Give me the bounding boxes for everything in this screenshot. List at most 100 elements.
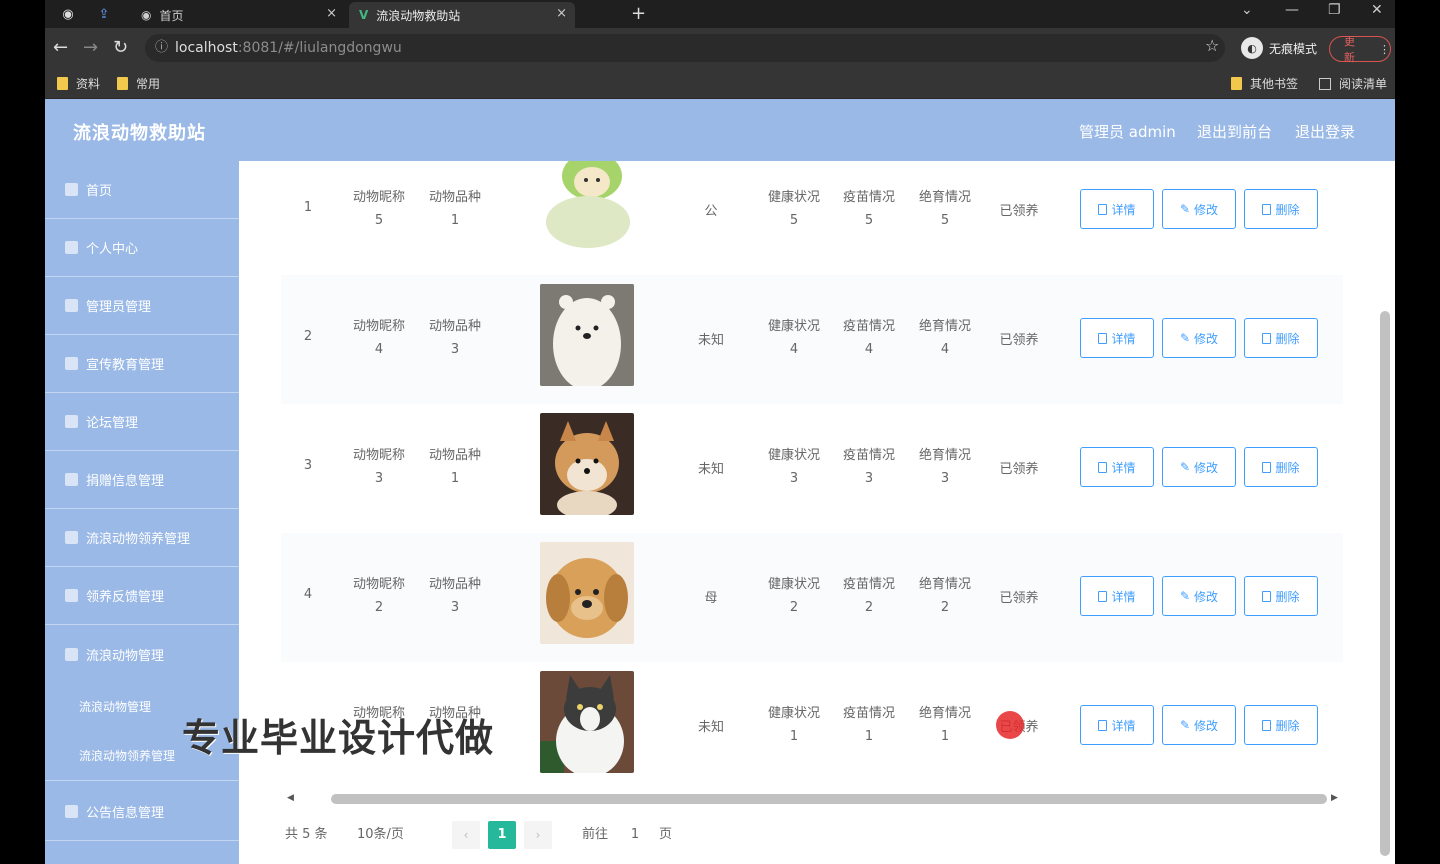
edit-button[interactable]: ✎ 修改	[1162, 705, 1236, 745]
sidebar-item-announcements[interactable]: 公告信息管理	[45, 783, 239, 841]
breed-cell: 动物品种 3	[422, 315, 488, 361]
health-cell: 健康状况 1	[761, 702, 827, 748]
sidebar-item-admins[interactable]: 管理员管理	[45, 277, 239, 335]
detail-button[interactable]: 详情	[1080, 447, 1154, 487]
bookmark-folder-2[interactable]: 常用	[117, 75, 160, 92]
incognito-indicator[interactable]: ◐ 无痕模式	[1241, 34, 1317, 62]
bookmark-label: 常用	[136, 77, 161, 91]
breed-value: 3	[450, 342, 460, 357]
next-page-button[interactable]: ›	[524, 821, 552, 849]
admin-user-link[interactable]: 管理员 admin	[1079, 121, 1176, 142]
animal-photo[interactable]	[540, 542, 634, 644]
row-index: 3	[303, 458, 313, 473]
scroll-right-icon[interactable]: ▶	[1331, 793, 1338, 803]
page-number-current[interactable]: 1	[488, 821, 516, 849]
delete-button[interactable]: 删除	[1244, 447, 1318, 487]
horizontal-scroll-thumb[interactable]	[331, 794, 1327, 804]
vaccine-label: 疫苗情况	[842, 190, 895, 205]
app-header: 流浪动物救助站 管理员 admin 退出到前台 退出登录	[45, 99, 1395, 161]
page-size-select[interactable]: 10条/页	[357, 821, 437, 849]
edit-label: 修改	[1194, 589, 1219, 604]
sidebar-item-animals[interactable]: 流浪动物管理	[45, 625, 239, 683]
edit-button[interactable]: ✎ 修改	[1162, 576, 1236, 616]
sidebar-item-adoptions[interactable]: 流浪动物领养管理	[45, 509, 239, 567]
tab-search-icon[interactable]: ⌄	[1241, 2, 1253, 18]
new-tab-icon[interactable]: +	[631, 3, 646, 24]
edit-button[interactable]: ✎ 修改	[1162, 447, 1236, 487]
health-value: 1	[789, 729, 799, 744]
close-window-icon[interactable]: ✕	[1371, 2, 1383, 18]
health-label: 健康状况	[767, 577, 820, 592]
folder-icon	[1231, 77, 1242, 90]
vertical-scroll-thumb[interactable]	[1380, 311, 1390, 856]
vue-icon: V	[359, 8, 369, 22]
nickname-label: 动物昵称	[352, 577, 405, 592]
update-button[interactable]: 更新 ⋮	[1329, 35, 1391, 64]
forward-icon[interactable]: →	[83, 37, 98, 58]
folder-icon	[117, 77, 128, 90]
vaccine-value: 2	[864, 600, 874, 615]
animal-photo[interactable]	[540, 413, 634, 515]
horizontal-scrollbar[interactable]: ◀ ▶	[281, 793, 1343, 804]
scroll-left-icon[interactable]: ◀	[287, 793, 294, 803]
document-icon	[1098, 461, 1108, 473]
reading-list[interactable]: 阅读清单	[1319, 75, 1387, 92]
url-path: :8081/#/liulangdongwu	[237, 40, 402, 56]
site-info-icon[interactable]: ⓘ	[155, 34, 168, 62]
animal-photo[interactable]	[540, 161, 634, 248]
tab-close-icon[interactable]: ×	[556, 6, 567, 21]
detail-button[interactable]: 详情	[1080, 576, 1154, 616]
reload-icon[interactable]: ↻	[113, 37, 128, 58]
tab-home[interactable]: ◉ 首页 ×	[131, 2, 345, 28]
vaccine-label: 疫苗情况	[842, 319, 895, 334]
detail-button[interactable]: 详情	[1080, 705, 1154, 745]
other-bookmarks[interactable]: 其他书签	[1231, 75, 1298, 92]
edit-button[interactable]: ✎ 修改	[1162, 318, 1236, 358]
edit-button[interactable]: ✎ 修改	[1162, 189, 1236, 229]
health-cell: 健康状况 5	[761, 186, 827, 232]
delete-button[interactable]: 删除	[1244, 705, 1318, 745]
front-site-link[interactable]: 退出到前台	[1197, 121, 1272, 142]
back-icon[interactable]: ←	[53, 37, 68, 58]
restore-icon[interactable]: ❐	[1328, 2, 1341, 18]
prev-page-button[interactable]: ‹	[452, 821, 480, 849]
delete-button[interactable]: 删除	[1244, 576, 1318, 616]
vaccine-cell: 疫苗情况 1	[836, 702, 902, 748]
sidebar-item-feedback[interactable]: 领养反馈管理	[45, 567, 239, 625]
url-host: localhost	[175, 40, 238, 56]
tab-close-icon[interactable]: ×	[326, 6, 337, 21]
bookmark-star-icon[interactable]: ☆	[1205, 36, 1219, 55]
reading-list-icon	[1319, 77, 1331, 90]
sidebar-item-forum[interactable]: 论坛管理	[45, 393, 239, 451]
pinned-tab-icon[interactable]: ⇪	[93, 4, 115, 24]
cat-image	[540, 671, 634, 773]
detail-button[interactable]: 详情	[1080, 318, 1154, 358]
address-bar[interactable]: ⓘ localhost:8081/#/liulangdongwu	[145, 34, 1225, 62]
delete-button[interactable]: 删除	[1244, 189, 1318, 229]
animal-photo[interactable]	[540, 284, 634, 386]
incognito-icon: ◐	[1241, 37, 1263, 59]
sidebar-item-donations[interactable]: 捐赠信息管理	[45, 451, 239, 509]
sidebar-item-profile[interactable]: 个人中心	[45, 219, 239, 277]
minimize-icon[interactable]: —	[1285, 2, 1299, 18]
animal-photo[interactable]	[540, 671, 634, 773]
edit-label: 修改	[1194, 202, 1219, 217]
update-label: 更新	[1344, 35, 1355, 64]
bookmark-folder-1[interactable]: 资料	[57, 75, 100, 92]
vaccine-label: 疫苗情况	[842, 448, 895, 463]
trash-icon	[1262, 719, 1272, 731]
detail-button[interactable]: 详情	[1080, 189, 1154, 229]
delete-button[interactable]: 删除	[1244, 318, 1318, 358]
sidebar-item-education[interactable]: 宣传教育管理	[45, 335, 239, 393]
sidebar-item-home[interactable]: 首页	[45, 161, 239, 219]
logout-link[interactable]: 退出登录	[1295, 121, 1355, 142]
sterile-label: 绝育情况	[918, 448, 971, 463]
sterile-value: 2	[940, 600, 950, 615]
tab-active[interactable]: V 流浪动物救助站 ×	[349, 2, 575, 28]
detail-label: 详情	[1111, 718, 1136, 733]
goto-page-input[interactable]: 1	[623, 821, 647, 849]
delete-label: 删除	[1275, 331, 1300, 346]
edit-icon: ✎	[1179, 718, 1191, 732]
nickname-value: 3	[374, 471, 384, 486]
app-icon[interactable]: ◉	[57, 4, 79, 24]
